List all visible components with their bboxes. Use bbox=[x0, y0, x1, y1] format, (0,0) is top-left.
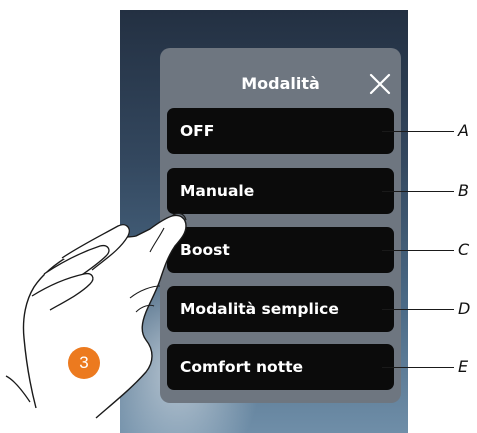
close-icon[interactable] bbox=[367, 71, 393, 97]
mode-button-modalita-semplice[interactable]: Modalità semplice bbox=[167, 286, 394, 332]
callout-line-a bbox=[382, 131, 454, 132]
callout-line-e bbox=[382, 367, 454, 368]
callout-letter-c: C bbox=[458, 240, 470, 259]
callout-letter-e: E bbox=[458, 357, 469, 376]
callout-letter-a: A bbox=[458, 121, 469, 140]
callout-line-b bbox=[382, 191, 454, 192]
callout-letter-d: D bbox=[458, 299, 471, 318]
callout-line-c bbox=[382, 250, 454, 251]
mode-button-comfort-notte[interactable]: Comfort notte bbox=[167, 344, 394, 390]
mode-button-boost[interactable]: Boost bbox=[167, 227, 394, 273]
step-number-badge: 3 bbox=[68, 347, 100, 379]
mode-button-manuale[interactable]: Manuale bbox=[167, 168, 394, 214]
mode-button-off[interactable]: OFF bbox=[167, 108, 394, 154]
callout-letter-b: B bbox=[458, 181, 469, 200]
callout-line-d bbox=[382, 309, 454, 310]
illustration-stage: Modalità OFF Manuale Boost Modalità semp… bbox=[0, 0, 477, 433]
dialog-title: Modalità bbox=[241, 74, 320, 93]
